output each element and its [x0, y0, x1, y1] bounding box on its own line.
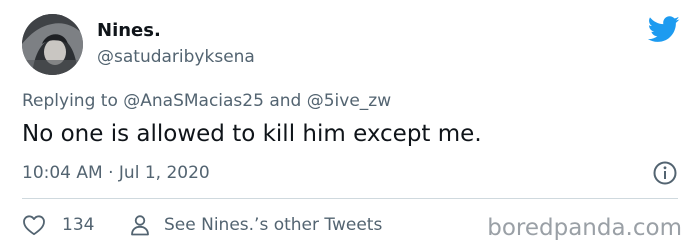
- avatar[interactable]: [22, 14, 83, 75]
- avatar-image: [22, 14, 83, 75]
- tweet-card: Nines. @satudaribyksena Replying to @Ana…: [0, 0, 700, 252]
- divider: [22, 198, 678, 199]
- twitter-bird-icon[interactable]: [648, 16, 680, 43]
- info-icon[interactable]: [652, 160, 678, 186]
- like-count: 134: [62, 215, 95, 235]
- reply-mention-2[interactable]: @5ive_zw: [307, 91, 391, 111]
- reply-prefix: Replying to: [22, 91, 118, 111]
- like-button[interactable]: 134: [22, 210, 94, 240]
- other-tweets-label: See Nines.’s other Tweets: [164, 215, 383, 235]
- reply-joiner: and: [269, 91, 302, 111]
- person-icon: [131, 215, 149, 236]
- watermark: boredpanda.com: [487, 215, 682, 241]
- author-display-name[interactable]: Nines.: [97, 20, 161, 42]
- tweet-timestamp[interactable]: 10:04 AM · Jul 1, 2020: [22, 162, 210, 184]
- author-handle[interactable]: @satudaribyksena: [97, 46, 255, 68]
- reply-context: Replying to @AnaSMacias25 and @5ive_zw: [22, 90, 391, 112]
- tweet-text: No one is allowed to kill him except me.: [22, 121, 482, 147]
- heart-icon: [23, 215, 45, 236]
- other-tweets-link[interactable]: See Nines.’s other Tweets: [130, 210, 382, 240]
- reply-mention-1[interactable]: @AnaSMacias25: [123, 91, 264, 111]
